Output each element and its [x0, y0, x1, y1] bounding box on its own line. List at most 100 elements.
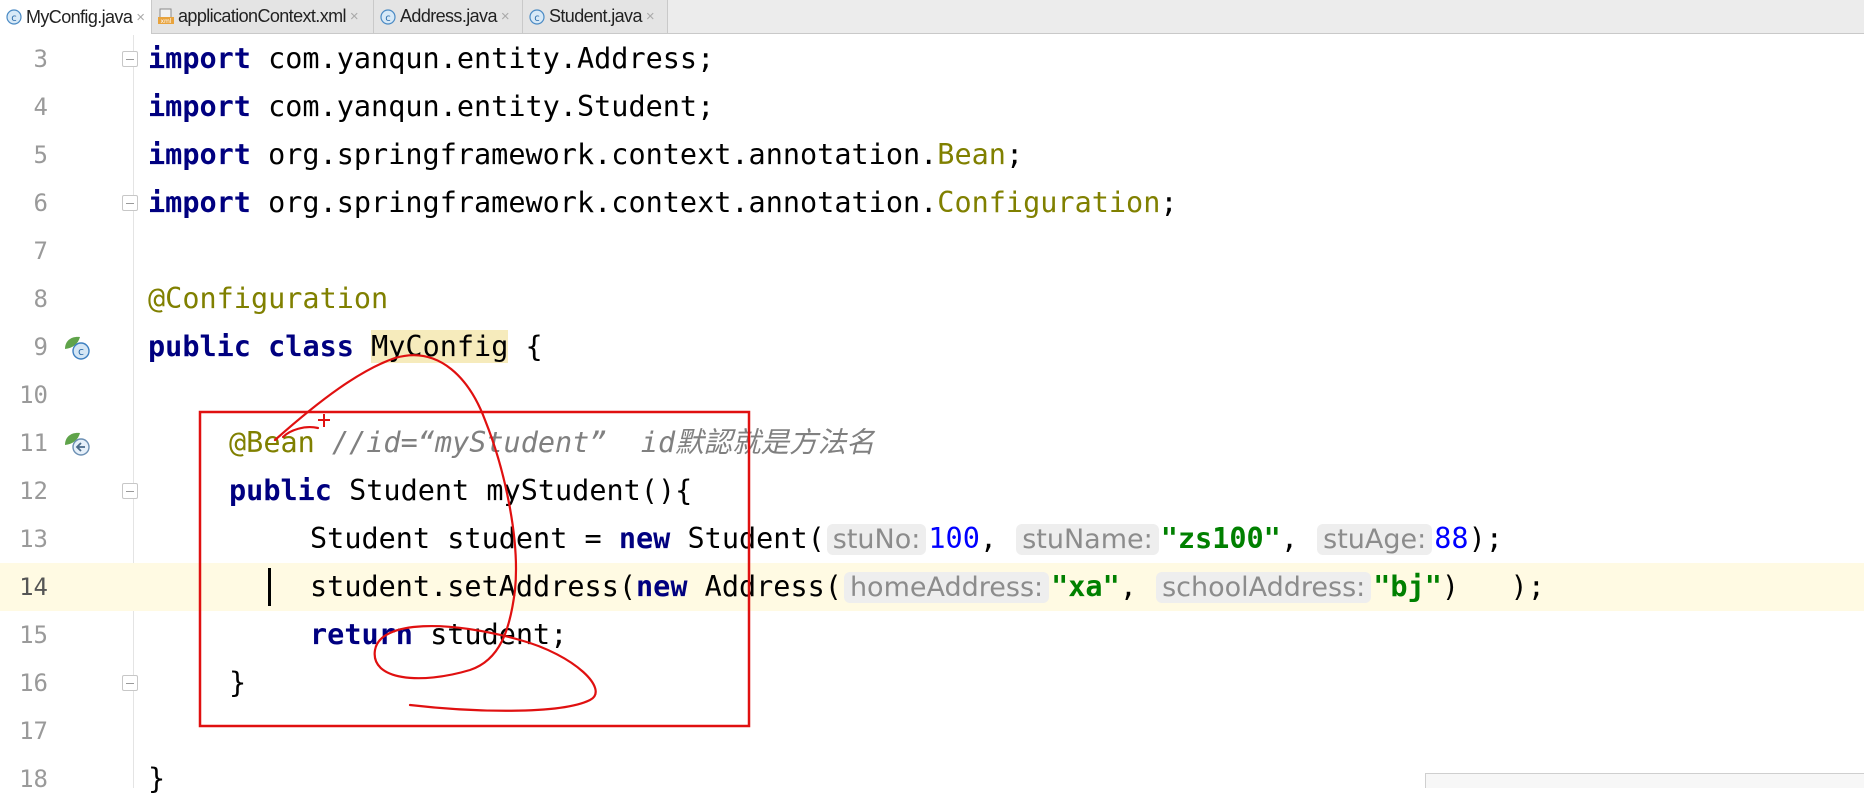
parameter-hint: stuNo:	[826, 524, 927, 555]
line-number: 8	[33, 285, 48, 313]
line-number: 7	[33, 237, 48, 265]
tab-address-java[interactable]: c Address.java ×	[374, 0, 523, 33]
java-class-icon: c	[380, 8, 396, 25]
import-path: com.yanqun.entity.Student;	[250, 90, 715, 123]
keyword: import	[148, 138, 251, 171]
code-line[interactable]: 7	[0, 227, 1864, 275]
svg-text:c: c	[534, 13, 540, 24]
code-line[interactable]: 4 import com.yanqun.entity.Student;	[0, 83, 1864, 131]
keyword: return	[310, 618, 413, 651]
line-number: 17	[19, 717, 48, 745]
code-line[interactable]: 13 Student student = new Student(stuNo: 1…	[0, 515, 1864, 563]
parameter-hint: homeAddress:	[843, 572, 1050, 603]
keyword: new	[636, 570, 688, 603]
code-line[interactable]: 5 import org.springframework.context.ann…	[0, 131, 1864, 179]
comma: ,	[979, 522, 1015, 555]
constructor-call: Address(	[687, 570, 842, 603]
parameter-hint: schoolAddress:	[1156, 572, 1372, 603]
annotation: @Configuration	[148, 282, 389, 315]
fold-marker-icon[interactable]	[122, 483, 138, 499]
code-text: public class MyConfig {	[148, 323, 543, 371]
close-icon[interactable]: ×	[350, 8, 359, 25]
import-path: com.yanqun.entity.Address;	[250, 42, 715, 75]
code-text: }	[148, 755, 165, 803]
code-line[interactable]: 10	[0, 371, 1864, 419]
declaration: Student student =	[310, 522, 619, 555]
code-text: }	[229, 659, 246, 707]
code-line[interactable]: 16 }	[0, 659, 1864, 707]
class-reference: Configuration	[937, 186, 1161, 219]
svg-text:c: c	[78, 345, 84, 358]
class-name: MyConfig	[371, 330, 509, 363]
close-icon[interactable]: ×	[646, 8, 655, 25]
code-text: @Bean //id=“myStudent” id默認就是方法名	[229, 419, 875, 467]
code-text: @Configuration	[148, 275, 388, 323]
close-icon[interactable]: ×	[501, 8, 510, 25]
code-text: public Student myStudent(){	[229, 467, 692, 515]
keyword: public	[148, 330, 251, 363]
class-reference: Bean	[937, 138, 1006, 171]
keyword: new	[618, 522, 671, 555]
code-line[interactable]: 12 public Student myStudent(){	[0, 467, 1864, 515]
brace: }	[148, 762, 166, 795]
import-path: org.springframework.context.annotation.	[250, 186, 938, 219]
statement-end: ) );	[1441, 570, 1545, 603]
svg-text:c: c	[385, 13, 391, 24]
horizontal-scrollbar[interactable]	[1425, 773, 1864, 788]
close-icon[interactable]: ×	[136, 9, 145, 26]
spring-config-bean-icon[interactable]: c	[62, 332, 92, 362]
fold-marker-icon[interactable]	[122, 195, 138, 211]
tab-student-java[interactable]: c Student.java ×	[523, 0, 668, 33]
code-line[interactable]: 9 c public class MyConfig {	[0, 323, 1864, 371]
fold-marker-icon[interactable]	[122, 675, 138, 691]
code-editor[interactable]: 3 import com.yanqun.entity.Address; 4 im…	[0, 35, 1864, 795]
keyword: import	[148, 186, 251, 219]
xml-file-icon: xml	[158, 8, 174, 25]
parameter-hint: stuName:	[1016, 524, 1159, 555]
code-text: return student;	[310, 611, 567, 659]
constructor-call: Student(	[670, 522, 825, 555]
code-line[interactable]: 17	[0, 707, 1864, 755]
spring-bean-navigate-icon[interactable]	[62, 428, 92, 458]
semicolon: ;	[1005, 138, 1024, 171]
code-line[interactable]: 8 @Configuration	[0, 275, 1864, 323]
method-signature: Student myStudent(){	[331, 474, 693, 507]
fold-marker-icon[interactable]	[122, 51, 138, 67]
tab-applicationcontext-xml[interactable]: xml applicationContext.xml ×	[152, 0, 374, 33]
tab-label: MyConfig.java	[26, 6, 133, 27]
comment: //id=“myStudent” id默認就是方法名	[314, 426, 875, 459]
brace: }	[229, 666, 247, 699]
code-line[interactable]: 11 @Bean //id=“myStudent” id默認就是方法名	[0, 419, 1864, 467]
code-line[interactable]: 6 import org.springframework.context.ann…	[0, 179, 1864, 227]
java-class-icon: c	[6, 9, 22, 25]
comma: ,	[1119, 570, 1155, 603]
number-literal: 100	[928, 522, 980, 555]
svg-text:c: c	[11, 13, 17, 24]
number-literal: 88	[1434, 522, 1469, 555]
line-number: 18	[19, 765, 48, 793]
keyword: import	[148, 42, 251, 75]
line-number: 15	[19, 621, 48, 649]
tab-label: Student.java	[549, 6, 642, 26]
code-text: Student student = new Student(stuNo: 100,…	[310, 515, 1503, 563]
string-literal: "bj"	[1373, 570, 1442, 603]
brace: {	[508, 330, 543, 363]
code-line-current[interactable]: 14 student.setAddress(new Address(homeAd…	[0, 563, 1864, 611]
code-text: import com.yanqun.entity.Address;	[148, 35, 714, 83]
code-line[interactable]: 15 return student;	[0, 611, 1864, 659]
editor-tab-bar: c MyConfig.java × xml applicationContext…	[0, 0, 1864, 34]
code-text: import org.springframework.context.annot…	[148, 131, 1023, 179]
keyword: class	[268, 330, 354, 363]
java-class-icon: c	[529, 8, 545, 25]
tab-myconfig-java[interactable]: c MyConfig.java ×	[0, 0, 152, 34]
text-caret	[268, 568, 271, 606]
line-number: 13	[19, 525, 48, 553]
keyword: public	[229, 474, 332, 507]
line-number: 3	[33, 45, 48, 73]
line-number: 9	[33, 333, 48, 361]
svg-text:xml: xml	[160, 18, 171, 25]
code-text: import org.springframework.context.annot…	[148, 179, 1178, 227]
code-line[interactable]: 3 import com.yanqun.entity.Address;	[0, 35, 1864, 83]
return-value: student;	[412, 618, 568, 651]
tab-label: applicationContext.xml	[178, 6, 346, 26]
